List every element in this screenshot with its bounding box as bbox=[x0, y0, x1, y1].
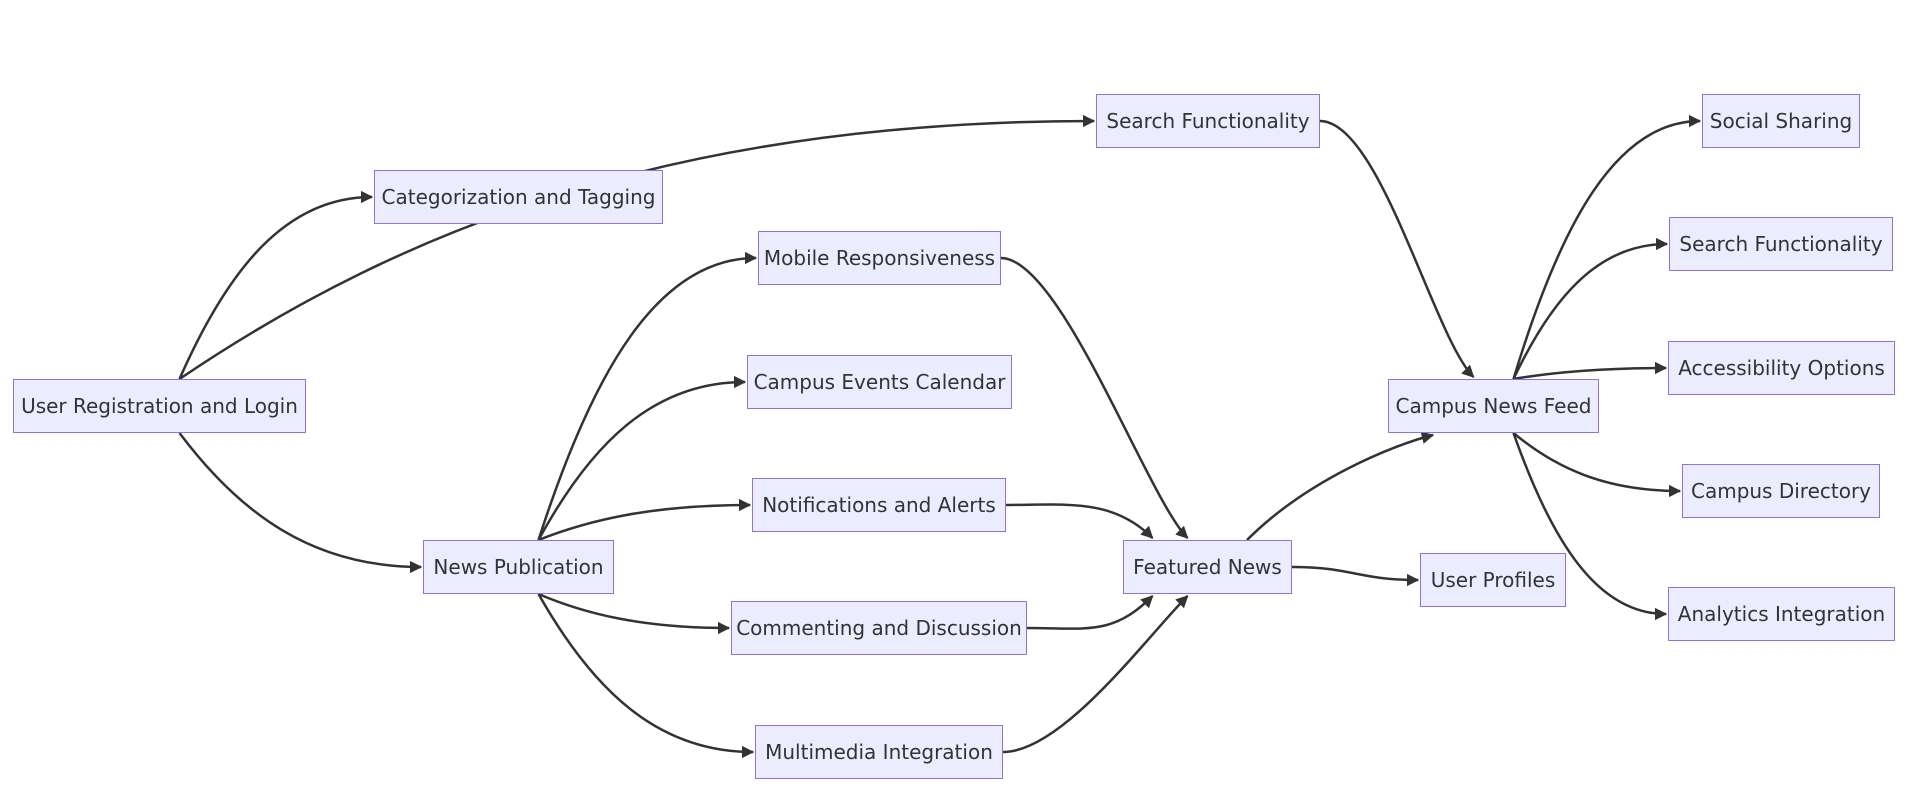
edge-commenting-to-featured bbox=[1026, 595, 1154, 630]
edge-user_reg-to-news_pub bbox=[178, 432, 423, 574]
node-label: User Registration and Login bbox=[21, 394, 298, 418]
node-label: Analytics Integration bbox=[1677, 602, 1886, 626]
node-label: Multimedia Integration bbox=[765, 740, 993, 764]
node-news-publication[interactable]: News Publication bbox=[423, 540, 614, 594]
node-label: Search Functionality bbox=[1679, 232, 1883, 256]
node-commenting-and-discussion[interactable]: Commenting and Discussion bbox=[731, 601, 1027, 655]
node-analytics-integration[interactable]: Analytics Integration bbox=[1668, 587, 1895, 641]
node-multimedia-integration[interactable]: Multimedia Integration bbox=[755, 725, 1003, 779]
node-campus-news-feed[interactable]: Campus News Feed bbox=[1388, 379, 1599, 433]
node-accessibility-options[interactable]: Accessibility Options bbox=[1668, 341, 1895, 395]
node-label: Featured News bbox=[1133, 555, 1282, 579]
node-label: Notifications and Alerts bbox=[762, 493, 996, 517]
node-label: Search Functionality bbox=[1106, 109, 1310, 133]
edge-news_pub-to-multimedia bbox=[537, 593, 755, 759]
node-social-sharing[interactable]: Social Sharing bbox=[1702, 94, 1860, 148]
node-label: News Publication bbox=[433, 555, 604, 579]
edge-multimedia-to-featured bbox=[1002, 595, 1189, 754]
edge-feed-to-accessibility bbox=[1513, 361, 1668, 381]
node-label: Campus Directory bbox=[1690, 479, 1872, 503]
node-search-functionality-2[interactable]: Search Functionality bbox=[1669, 217, 1893, 271]
node-notifications-and-alerts[interactable]: Notifications and Alerts bbox=[752, 478, 1006, 532]
edge-mobile-to-featured bbox=[1000, 256, 1189, 539]
node-user-profiles[interactable]: User Profiles bbox=[1420, 553, 1566, 607]
node-categorization-and-tagging[interactable]: Categorization and Tagging bbox=[374, 170, 663, 224]
edge-featured-to-profiles bbox=[1291, 565, 1420, 587]
node-label: Categorization and Tagging bbox=[381, 185, 656, 209]
edge-notifications-to-featured bbox=[1005, 503, 1154, 539]
node-label: Social Sharing bbox=[1709, 109, 1853, 133]
edge-featured-to-feed bbox=[1246, 431, 1435, 541]
edge-news_pub-to-notifications bbox=[538, 498, 752, 542]
node-mobile-responsiveness[interactable]: Mobile Responsiveness bbox=[758, 231, 1001, 285]
node-label: Accessibility Options bbox=[1678, 356, 1885, 380]
edge-news_pub-to-events bbox=[537, 375, 747, 541]
flowchart-canvas: User Registration and Login Search Funct… bbox=[0, 0, 1910, 789]
node-campus-events-calendar[interactable]: Campus Events Calendar bbox=[747, 355, 1012, 409]
edge-news_pub-to-mobile bbox=[537, 251, 758, 541]
node-label: Campus Events Calendar bbox=[753, 370, 1006, 394]
node-label: User Profiles bbox=[1430, 568, 1556, 592]
node-search-functionality[interactable]: Search Functionality bbox=[1096, 94, 1320, 148]
edge-news_pub-to-commenting bbox=[538, 592, 731, 635]
node-label: Campus News Feed bbox=[1395, 394, 1592, 418]
node-campus-directory[interactable]: Campus Directory bbox=[1682, 464, 1880, 518]
edge-user_reg-to-categorization bbox=[178, 190, 374, 380]
node-label: Mobile Responsiveness bbox=[763, 246, 996, 270]
node-featured-news[interactable]: Featured News bbox=[1123, 540, 1292, 594]
edge-search1-to-feed bbox=[1319, 119, 1475, 378]
node-user-registration-and-login[interactable]: User Registration and Login bbox=[13, 379, 306, 433]
edge-feed-to-directory bbox=[1512, 432, 1682, 498]
node-label: Commenting and Discussion bbox=[736, 616, 1022, 640]
